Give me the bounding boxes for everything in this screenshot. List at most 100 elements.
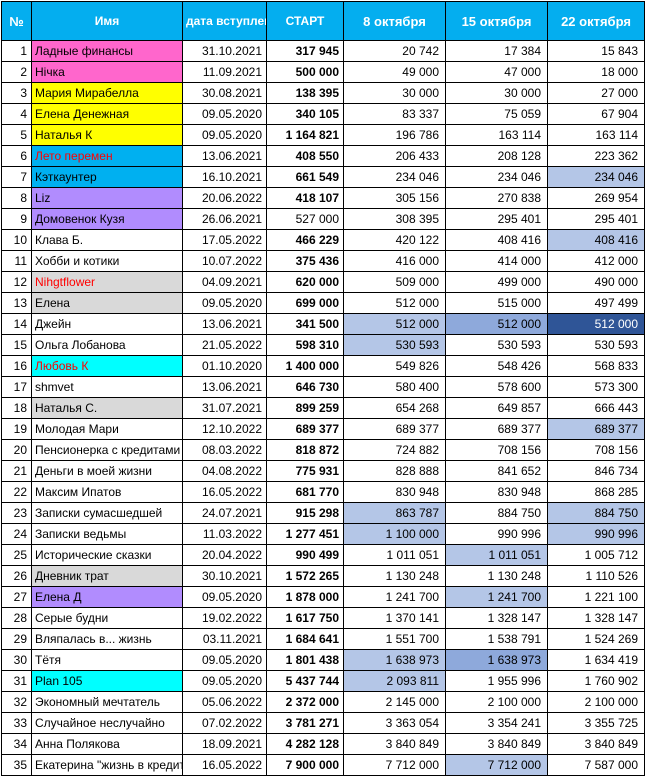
participant-name: Елена bbox=[31, 292, 183, 314]
amount-oct-15: 841 652 bbox=[445, 460, 548, 482]
start-amount: 341 500 bbox=[266, 313, 344, 335]
join-date: 31.10.2021 bbox=[182, 40, 267, 62]
amount-oct-22: 163 114 bbox=[547, 124, 645, 146]
participant-name: Liz bbox=[31, 187, 183, 209]
participant-name: Максим Ипатов bbox=[31, 481, 183, 503]
amount-oct-15: 75 059 bbox=[445, 103, 548, 125]
amount-oct-22: 490 000 bbox=[547, 271, 645, 293]
amount-oct-22: 573 300 bbox=[547, 376, 645, 398]
participant-name: Хобби и котики bbox=[31, 250, 183, 272]
table-row: 23 Записки сумасшедшей 24.07.2021 915 298 86… bbox=[1, 502, 645, 524]
amount-oct-15: 17 384 bbox=[445, 40, 548, 62]
amount-oct-22: 295 401 bbox=[547, 208, 645, 230]
table-row: 24 Записки ведьмы 11.03.2022 1 277 451 1 100… bbox=[1, 523, 645, 545]
join-date: 09.05.2020 bbox=[182, 586, 267, 608]
participant-name: Пенсионерка с кредитами bbox=[31, 439, 183, 461]
row-number: 1 bbox=[1, 40, 32, 62]
amount-oct-8: 1 551 700 bbox=[343, 628, 446, 650]
header-start: СТАРТ bbox=[266, 1, 344, 41]
participant-name: Plan 105 bbox=[31, 670, 183, 692]
table-row: 15 Ольга Лобанова 21.05.2022 598 310 530 593… bbox=[1, 334, 645, 356]
row-number: 11 bbox=[1, 250, 32, 272]
participant-name: Домовенок Кузя bbox=[31, 208, 183, 230]
row-number: 26 bbox=[1, 565, 32, 587]
table-row: 33 Случайное неслучайно 07.02.2022 3 781 27… bbox=[1, 712, 645, 734]
table-row: 29 Вляпалась в... жизнь 03.11.2021 1 684 64… bbox=[1, 628, 645, 650]
participant-name: Экономный мечтатель bbox=[31, 691, 183, 713]
amount-oct-8: 416 000 bbox=[343, 250, 446, 272]
row-number: 28 bbox=[1, 607, 32, 629]
row-number: 12 bbox=[1, 271, 32, 293]
amount-oct-15: 234 046 bbox=[445, 166, 548, 188]
row-number: 5 bbox=[1, 124, 32, 146]
amount-oct-15: 515 000 bbox=[445, 292, 548, 314]
amount-oct-15: 1 955 996 bbox=[445, 670, 548, 692]
amount-oct-15: 295 401 bbox=[445, 208, 548, 230]
row-number: 31 bbox=[1, 670, 32, 692]
row-number: 2 bbox=[1, 61, 32, 83]
participant-name: Серые будни bbox=[31, 607, 183, 629]
start-amount: 1 801 438 bbox=[266, 649, 344, 671]
join-date: 07.02.2022 bbox=[182, 712, 267, 734]
join-date: 24.07.2021 bbox=[182, 502, 267, 524]
row-number: 33 bbox=[1, 712, 32, 734]
participant-name: Вляпалась в... жизнь bbox=[31, 628, 183, 650]
join-date: 11.03.2022 bbox=[182, 523, 267, 545]
join-date: 01.10.2020 bbox=[182, 355, 267, 377]
amount-oct-8: 30 000 bbox=[343, 82, 446, 104]
row-number: 14 bbox=[1, 313, 32, 335]
table-row: 30 Тётя 09.05.2020 1 801 438 1 638 973 1 638 … bbox=[1, 649, 645, 671]
amount-oct-15: 1 241 700 bbox=[445, 586, 548, 608]
amount-oct-8: 308 395 bbox=[343, 208, 446, 230]
participant-name: Случайное неслучайно bbox=[31, 712, 183, 734]
row-number: 9 bbox=[1, 208, 32, 230]
amount-oct-15: 530 593 bbox=[445, 334, 548, 356]
table-body: 1 Ладные финансы 31.10.2021 317 945 20 742 17… bbox=[1, 40, 645, 776]
join-date: 13.06.2021 bbox=[182, 313, 267, 335]
amount-oct-22: 689 377 bbox=[547, 418, 645, 440]
amount-oct-15: 548 426 bbox=[445, 355, 548, 377]
amount-oct-22: 1 634 419 bbox=[547, 649, 645, 671]
amount-oct-15: 270 838 bbox=[445, 187, 548, 209]
amount-oct-22: 666 443 bbox=[547, 397, 645, 419]
table-row: 18 Наталья С. 31.07.2021 899 259 654 268 649 … bbox=[1, 397, 645, 419]
join-date: 09.05.2020 bbox=[182, 670, 267, 692]
participant-name: Молодая Мари bbox=[31, 418, 183, 440]
join-date: 20.06.2022 bbox=[182, 187, 267, 209]
amount-oct-22: 2 100 000 bbox=[547, 691, 645, 713]
amount-oct-15: 830 948 bbox=[445, 481, 548, 503]
row-number: 27 bbox=[1, 586, 32, 608]
table-row: 14 Джейн 13.06.2021 341 500 512 000 512 000 51… bbox=[1, 313, 645, 335]
start-amount: 689 377 bbox=[266, 418, 344, 440]
participant-name: Екатерина "жизнь в кредит" bbox=[31, 754, 183, 776]
amount-oct-8: 305 156 bbox=[343, 187, 446, 209]
start-amount: 7 900 000 bbox=[266, 754, 344, 776]
amount-oct-15: 3 354 241 bbox=[445, 712, 548, 734]
header-oct-22: 22 октября bbox=[547, 1, 645, 41]
start-amount: 1 400 000 bbox=[266, 355, 344, 377]
participant-name: Елена Д bbox=[31, 586, 183, 608]
participant-name: Елена Денежная bbox=[31, 103, 183, 125]
amount-oct-15: 163 114 bbox=[445, 124, 548, 146]
row-number: 20 bbox=[1, 439, 32, 461]
participant-name: Nihgtflower bbox=[31, 271, 183, 293]
participant-name: Записки ведьмы bbox=[31, 523, 183, 545]
join-date: 09.05.2020 bbox=[182, 649, 267, 671]
table-row: 31 Plan 105 09.05.2020 5 437 744 2 093 811 1 … bbox=[1, 670, 645, 692]
amount-oct-8: 2 145 000 bbox=[343, 691, 446, 713]
table-row: 9 Домовенок Кузя 26.06.2021 527 000 308 395 2… bbox=[1, 208, 645, 230]
row-number: 13 bbox=[1, 292, 32, 314]
amount-oct-15: 7 712 000 bbox=[445, 754, 548, 776]
row-number: 16 bbox=[1, 355, 32, 377]
start-amount: 899 259 bbox=[266, 397, 344, 419]
amount-oct-22: 846 734 bbox=[547, 460, 645, 482]
start-amount: 620 000 bbox=[266, 271, 344, 293]
start-amount: 646 730 bbox=[266, 376, 344, 398]
join-date: 05.06.2022 bbox=[182, 691, 267, 713]
amount-oct-15: 1 011 051 bbox=[445, 544, 548, 566]
join-date: 03.11.2021 bbox=[182, 628, 267, 650]
amount-oct-22: 868 285 bbox=[547, 481, 645, 503]
amount-oct-22: 1 760 902 bbox=[547, 670, 645, 692]
table-row: 22 Максим Ипатов 16.05.2022 681 770 830 948 8… bbox=[1, 481, 645, 503]
table-row: 19 Молодая Мари 12.10.2022 689 377 689 377 68… bbox=[1, 418, 645, 440]
